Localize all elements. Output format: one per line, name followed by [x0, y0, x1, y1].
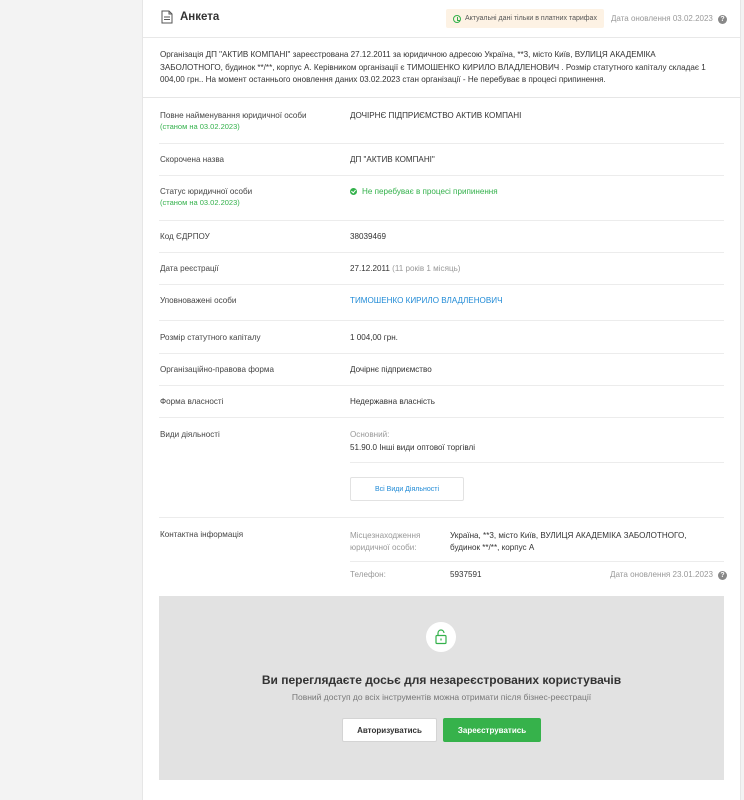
ownership-label: Форма власності — [160, 397, 224, 406]
authorized-person-link[interactable]: ТИМОШЕНКО КИРИЛО ВЛАДЛЕНОВИЧ — [350, 296, 502, 305]
phone-value: 5937591 — [450, 570, 482, 579]
divider — [159, 320, 724, 321]
divider — [159, 175, 724, 176]
divider — [159, 417, 724, 418]
short-name-label: Скорочена назва — [160, 155, 225, 164]
lock-icon-svg — [435, 629, 447, 645]
check-circle-icon — [350, 188, 357, 195]
reg-date-value: 27.12.2011 (11 років 1 місяць) — [350, 264, 461, 273]
activities-main-label: Основний: — [350, 430, 390, 439]
divider — [159, 353, 724, 354]
company-profile-card: Анкета Актуальні дані тільки в платних т… — [142, 0, 741, 800]
divider — [159, 143, 724, 144]
card-header: Анкета Актуальні дані тільки в платних т… — [143, 0, 740, 38]
paid-data-badge-text: Актуальні дані тільки в платних тарифах — [465, 15, 597, 22]
divider — [159, 517, 724, 518]
phone-update-date: Дата оновлення 23.01.2023 — [610, 570, 714, 579]
short-name-value: ДП "АКТИВ КОМПАНІ" — [350, 155, 435, 164]
divider — [159, 252, 724, 253]
update-date: Дата оновлення 03.02.2023 — [611, 14, 713, 23]
document-icon — [161, 10, 173, 24]
lock-icon — [426, 622, 456, 652]
address-value: Україна, **3, місто Київ, ВУЛИЦЯ АКАДЕМІ… — [450, 530, 687, 554]
divider — [159, 284, 724, 285]
status-date: (станом на 03.02.2023) — [160, 198, 240, 207]
divider — [143, 97, 740, 98]
ownership-value: Недержавна власність — [350, 397, 435, 406]
card-title: Анкета — [180, 11, 220, 23]
address-label: Місцезнаходження юридичної особи: — [350, 530, 420, 554]
capital-label: Розмір статутного капіталу — [160, 333, 261, 342]
edrpou-value: 38039469 — [350, 232, 387, 241]
register-button[interactable]: Зареєструватись — [443, 718, 541, 742]
gate-subtitle: Повний доступ до всіх інструментів можна… — [291, 692, 592, 702]
check-circle-icon — [453, 14, 461, 23]
divider — [159, 385, 724, 386]
address-line2: будинок **/**, корпус А — [450, 543, 535, 552]
gate-title: Ви переглядаєте досьє для незареєстрован… — [261, 673, 622, 687]
phone-label: Телефон: — [350, 570, 386, 579]
full-name-label-text: Повне найменування юридичної особи — [160, 111, 307, 120]
paid-data-badge[interactable]: Актуальні дані тільки в платних тарифах — [446, 9, 604, 28]
all-activities-button[interactable]: Всі Види Діяльності — [350, 477, 464, 501]
address-label-line1: Місцезнаходження — [350, 531, 421, 540]
full-name-value: ДОЧІРНЄ ПІДПРИЄМСТВО АКТИВ КОМПАНІ — [350, 111, 522, 120]
legal-form-value: Дочірнє підприємство — [350, 365, 432, 374]
divider — [159, 220, 724, 221]
capital-value: 1 004,00 грн. — [350, 333, 398, 342]
contacts-label: Контактна інформація — [160, 530, 244, 539]
legal-form-label: Організаційно-правова форма — [160, 365, 274, 374]
address-line1: Україна, **3, місто Київ, ВУЛИЦЯ АКАДЕМІ… — [450, 531, 687, 540]
activities-main-value: 51.90.0 Інші види оптової торгівлі — [350, 443, 476, 452]
reg-date-text: 27.12.2011 — [350, 264, 390, 273]
full-name-date: (станом на 03.02.2023) — [160, 122, 240, 131]
summary-text: Організація ДП "АКТИВ КОМПАНІ" зареєстро… — [160, 50, 706, 84]
full-name-label: Повне найменування юридичної особи (стан… — [160, 111, 307, 131]
reg-date-label: Дата реєстрації — [160, 264, 219, 273]
authorized-label: Уповноважені особи — [160, 296, 237, 305]
edrpou-label: Код ЄДРПОУ — [160, 232, 210, 241]
registration-gate: Ви переглядаєте досьє для незареєстрован… — [159, 596, 724, 780]
address-label-line2: юридичної особи: — [350, 543, 417, 552]
help-icon[interactable]: ? — [718, 571, 727, 580]
reg-date-age: (11 років 1 місяць) — [392, 264, 461, 273]
divider — [350, 462, 724, 463]
status-label: Статус юридичної особи (станом на 03.02.… — [160, 187, 252, 207]
status-value-text: Не перебуває в процесі припинення — [362, 187, 498, 196]
login-button[interactable]: Авторизуватись — [342, 718, 437, 742]
activities-label: Види діяльності — [160, 430, 220, 439]
status-value: Не перебуває в процесі припинення — [350, 187, 498, 196]
help-icon[interactable]: ? — [718, 15, 727, 24]
divider — [350, 561, 724, 562]
status-label-text: Статус юридичної особи — [160, 187, 253, 196]
